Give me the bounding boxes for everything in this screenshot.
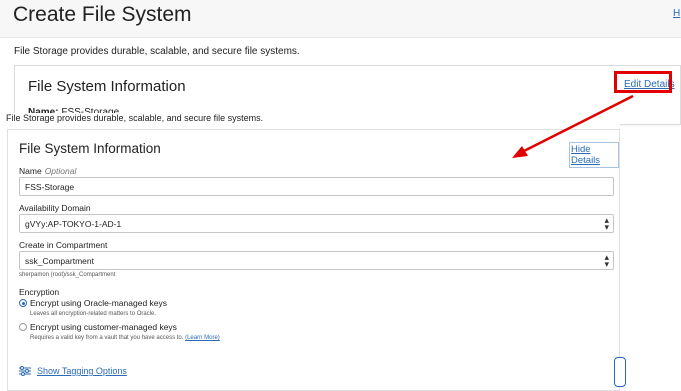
customer-managed-keys-label[interactable]: Encrypt using customer-managed keys [30,322,177,332]
select-arrows-icon: ▴ ▾ [604,215,609,232]
compartment-select[interactable]: ssk_Compartment ▴ ▾ [19,251,614,270]
availability-domain-value: gVYy:AP-TOKYO-1-AD-1 [25,219,122,229]
oracle-managed-keys-label[interactable]: Encrypt using Oracle-managed keys [30,298,167,308]
page-header: Create File System H [0,0,681,38]
file-system-info-card: File System Information Hide Details Nam… [7,129,620,391]
oracle-managed-keys-hint: Leaves all encryption-related matters to… [30,311,157,317]
customer-managed-keys-hint: Requires a valid key from a vault that y… [30,335,220,341]
availability-domain-label: Availability Domain [19,203,91,213]
panel-title: File System Information [19,141,161,156]
help-link[interactable]: H [673,8,680,19]
name-input[interactable]: FSS-Storage [19,177,614,196]
sliders-icon [19,366,31,376]
name-label: Name Optional [19,166,76,176]
show-tagging-options-link[interactable]: Show Tagging Options [37,366,127,376]
name-input-value: FSS-Storage [25,182,75,192]
customer-managed-keys-radio[interactable] [19,323,27,331]
availability-domain-select[interactable]: gVYy:AP-TOKYO-1-AD-1 ▴ ▾ [19,214,614,233]
select-arrows-icon: ▴ ▾ [604,252,609,269]
encryption-label: Encryption [19,287,60,297]
learn-more-link[interactable]: (Learn More) [185,335,220,341]
compartment-value: ssk_Compartment [25,256,94,266]
compartment-label: Create in Compartment [19,240,108,250]
compartment-path: sherpamon (root)/ssk_Compartment [19,272,116,278]
page-title: Create File System [13,3,192,26]
annotation-highlight-box [614,71,672,93]
card-title: File System Information [28,78,186,95]
hide-details-link[interactable]: Hide Details [569,142,619,168]
name-label-text: Name [19,166,42,176]
oracle-managed-keys-radio[interactable] [19,299,27,307]
customer-managed-keys-hint-text: Requires a valid key from a vault that y… [30,335,184,341]
panel-intro: File Storage provides durable, scalable,… [6,113,264,123]
partial-button-edge[interactable] [614,357,626,387]
page-intro: File Storage provides durable, scalable,… [14,46,300,57]
expanded-panel: File Storage provides durable, scalable,… [0,113,620,391]
optional-tag: Optional [44,166,77,176]
